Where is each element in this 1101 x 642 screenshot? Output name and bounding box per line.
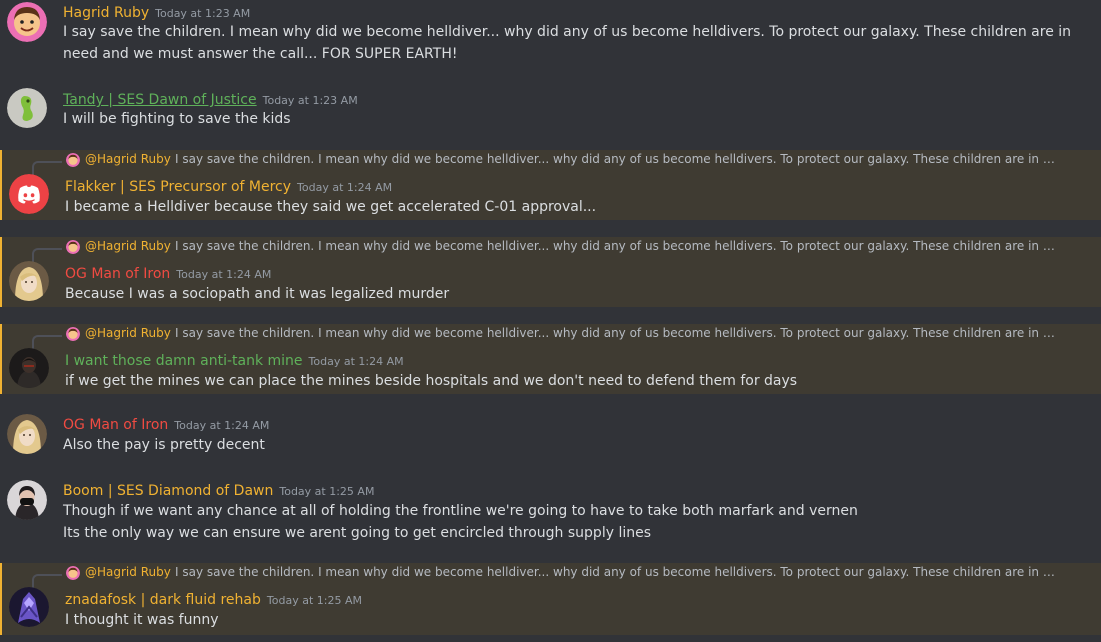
message-reply: @Hagrid Ruby I say save the children. I … — [0, 237, 1101, 307]
reply-text: I say save the children. I mean why did … — [175, 239, 1055, 253]
dark-figure-avatar[interactable] — [9, 348, 49, 388]
message-reply: @Hagrid Ruby I say save the children. I … — [0, 563, 1101, 635]
author-name[interactable]: OG Man of Iron — [63, 417, 168, 433]
timestamp: Today at 1:25 AM — [279, 485, 375, 498]
author-name[interactable]: Tandy | SES Dawn of Justice — [63, 92, 257, 108]
purple-armor-avatar[interactable] — [9, 587, 49, 627]
reply-text: I say save the children. I mean why did … — [175, 565, 1055, 579]
reply-author[interactable]: @Hagrid Ruby — [85, 565, 171, 579]
author-name[interactable]: Flakker | SES Precursor of Mercy — [65, 179, 291, 195]
reply-avatar — [66, 566, 80, 580]
message-list: Hagrid Ruby Today at 1:23 AM I say save t… — [0, 0, 1101, 642]
message-text: Also the pay is pretty decent — [63, 437, 265, 453]
reply-author[interactable]: @Hagrid Ruby — [85, 152, 171, 166]
discord-logo-avatar[interactable] — [9, 174, 49, 214]
timestamp: Today at 1:24 AM — [308, 355, 404, 368]
message-text: I became a Helldiver because they said w… — [65, 199, 597, 215]
message: Hagrid Ruby Today at 1:23 AM I say save t… — [0, 0, 1101, 70]
message: Tandy | SES Dawn of Justice Today at 1:23… — [0, 84, 1101, 136]
message-text: I thought it was funny — [65, 612, 219, 628]
reply-author[interactable]: @Hagrid Ruby — [85, 239, 171, 253]
author-name[interactable]: Hagrid Ruby — [63, 5, 149, 21]
reply-spine — [32, 161, 62, 175]
message-reply: @Hagrid Ruby I say save the children. I … — [0, 150, 1101, 220]
author-name[interactable]: Boom | SES Diamond of Dawn — [63, 483, 273, 499]
reply-author[interactable]: @Hagrid Ruby — [85, 326, 171, 340]
message: Boom | SES Diamond of Dawn Today at 1:25 … — [0, 476, 1101, 548]
reply-avatar — [66, 153, 80, 167]
green-creature-avatar[interactable] — [7, 88, 47, 128]
cartoon-face-avatar[interactable] — [7, 2, 47, 42]
message-text: I will be fighting to save the kids — [63, 111, 291, 127]
message-text: need and we must answer the call... FOR … — [63, 46, 458, 62]
message-text: Though if we want any chance at all of h… — [63, 503, 858, 519]
timestamp: Today at 1:24 AM — [174, 419, 270, 432]
blonde-portrait-avatar[interactable] — [7, 414, 47, 454]
message-text: I say save the children. I mean why did … — [63, 24, 1072, 40]
reply-spine — [32, 574, 62, 588]
timestamp: Today at 1:25 AM — [266, 594, 362, 607]
message-text: Its the only way we can ensure we arent … — [63, 525, 651, 541]
author-name[interactable]: I want those damn anti-tank mine — [65, 353, 303, 369]
message-reply: @Hagrid Ruby I say save the children. I … — [0, 324, 1101, 394]
blonde-portrait-avatar[interactable] — [9, 261, 49, 301]
timestamp: Today at 1:24 AM — [297, 181, 393, 194]
reply-spine — [32, 335, 62, 349]
message-text: Because I was a sociopath and it was leg… — [65, 286, 450, 302]
reply-text: I say save the children. I mean why did … — [175, 326, 1055, 340]
reply-text: I say save the children. I mean why did … — [175, 152, 1055, 166]
timestamp: Today at 1:24 AM — [176, 268, 272, 281]
author-name[interactable]: znadafosk | dark fluid rehab — [65, 592, 261, 608]
timestamp: Today at 1:23 AM — [262, 94, 358, 107]
reply-avatar — [66, 327, 80, 341]
message-text: if we get the mines we can place the min… — [65, 373, 798, 389]
masked-person-avatar[interactable] — [7, 480, 47, 520]
timestamp: Today at 1:23 AM — [155, 7, 251, 20]
message: OG Man of Iron Today at 1:24 AM Also the … — [0, 410, 1101, 462]
author-name[interactable]: OG Man of Iron — [65, 266, 170, 282]
reply-spine — [32, 248, 62, 262]
reply-avatar — [66, 240, 80, 254]
